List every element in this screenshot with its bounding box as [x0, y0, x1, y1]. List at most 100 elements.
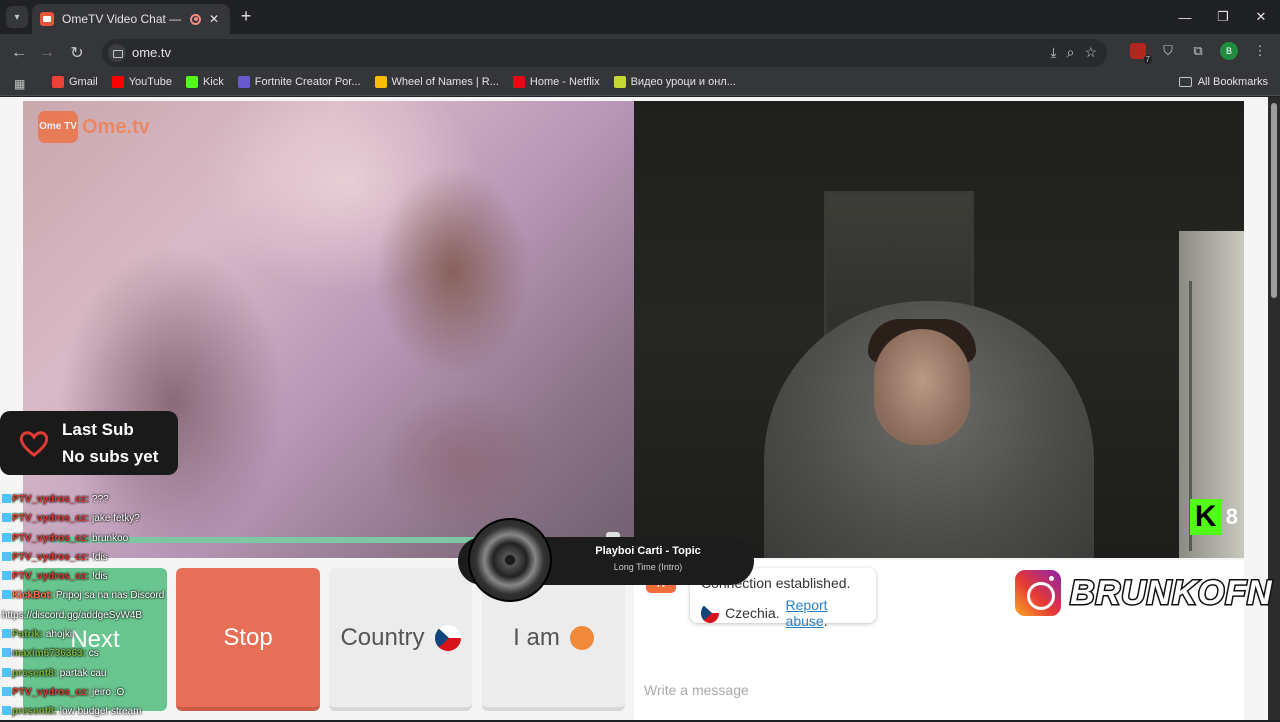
minimize-icon[interactable]: — [1166, 0, 1204, 34]
scrollbar-thumb[interactable] [1271, 103, 1277, 298]
profile-avatar[interactable]: B [1220, 42, 1238, 60]
bookmark-item[interactable]: Видео уроци и онл... [613, 76, 736, 88]
bookmark-item[interactable]: Kick [185, 76, 224, 88]
chat-message: present8: partak cau [2, 664, 212, 683]
chat-username: present8: [12, 667, 58, 679]
apps-grid-icon[interactable]: ▦ [14, 77, 25, 91]
bookmark-item[interactable]: Home - Netflix [512, 76, 600, 88]
chat-text: ??? [92, 494, 109, 505]
kick-logo-icon: K [1189, 499, 1222, 535]
folder-icon [1178, 77, 1192, 87]
bookmark-favicon-icon [111, 76, 124, 88]
all-bookmarks-button[interactable]: All Bookmarks [1178, 76, 1268, 88]
bookmark-label: Home - Netflix [529, 76, 600, 88]
czech-flag-icon [434, 624, 461, 651]
report-abuse-link[interactable]: Report abuse [786, 597, 828, 629]
new-tab-button[interactable]: + [236, 6, 256, 27]
chat-username: PTV_vydros_cz: [12, 532, 90, 544]
chat-badge-icon [2, 648, 11, 658]
bookmark-label: Kick [202, 76, 224, 88]
brand-watermark: BRUNKOFN [1012, 567, 1273, 619]
brand-name: BRUNKOFN [1069, 572, 1274, 613]
extension-badge: 7 [1143, 55, 1152, 64]
vinyl-disc-icon [468, 518, 552, 602]
bookmark-label: Видео уроци и онл... [630, 76, 736, 88]
now-playing-title: Playboi Carti - Topic [595, 545, 701, 557]
extension-red-icon[interactable]: 7 [1130, 43, 1152, 64]
tab-search-button[interactable]: ▾ [6, 6, 28, 28]
now-playing-track: Long Time (Intro) [613, 562, 683, 572]
chat-text: cs [88, 648, 99, 660]
back-icon[interactable]: ← [8, 42, 30, 64]
ometv-favicon-icon [40, 12, 54, 26]
stranger-country: Czechia. [725, 605, 780, 621]
bookmark-favicon-icon [374, 76, 387, 88]
chat-text: https://discord.gg/addgeSyW4B [2, 609, 143, 621]
chat-message: PTV_vydros_cz: jake fetky? [2, 509, 212, 528]
chat-text: partak cau [59, 667, 107, 679]
chat-text: ahojkii [45, 629, 75, 641]
chat-username: KickBot: [12, 590, 54, 602]
bookmark-item[interactable]: Gmail [52, 76, 98, 88]
instagram-icon [1012, 567, 1064, 619]
ometv-tv-icon: Ome TV [38, 111, 78, 143]
heart-icon [19, 431, 49, 457]
shield-icon[interactable]: ⛉ [1160, 43, 1176, 59]
country-button[interactable]: Country [329, 568, 472, 711]
install-app-icon[interactable]: ⤓ [1050, 44, 1056, 61]
url-text[interactable]: ome.tv [132, 45, 171, 60]
bookmark-item[interactable]: Fortnite Creator Por... [237, 76, 361, 88]
chat-message: present8: low budget stream [2, 702, 212, 721]
message-input[interactable]: Write a message [644, 682, 749, 698]
bookmark-list: Gmail YouTube Kick Fortnite Creator Por... W… [52, 76, 736, 88]
gender-icon [569, 625, 594, 650]
bookmark-label: Fortnite Creator Por... [254, 76, 361, 88]
zoom-icon[interactable]: ⌕ [1067, 44, 1075, 61]
close-tab-icon[interactable]: ✕ [209, 12, 219, 26]
bookmark-label: YouTube [128, 76, 172, 88]
restore-icon[interactable]: ❐ [1204, 0, 1242, 34]
chat-text: low budget stream [59, 706, 142, 718]
kick-viewer-badge: K 8 [1189, 499, 1238, 535]
site-info-icon[interactable] [108, 44, 126, 62]
bookmark-item[interactable]: YouTube [111, 76, 172, 88]
menu-kebab-icon[interactable]: ⋮ [1252, 43, 1268, 59]
bookmark-favicon-icon [613, 76, 626, 88]
bookmark-star-icon[interactable]: ☆ [1084, 44, 1097, 61]
bookmark-item[interactable]: Wheel of Names | R... [374, 76, 499, 88]
chat-message: PTV_vydros_cz: !dis [2, 567, 212, 586]
chat-badge-icon [2, 629, 11, 639]
all-bookmarks-label: All Bookmarks [1197, 76, 1268, 88]
window-controls: — ❐ ✕ [1166, 0, 1280, 34]
chat-message: KickBot: Pripoj sa na nas Discord [2, 586, 212, 605]
address-bar[interactable]: ome.tv ⤓ ⌕ ☆ [102, 39, 1107, 67]
chat-text: Pripoj sa na nas Discord [55, 590, 165, 602]
puzzle-extensions-icon[interactable]: ⧉ [1190, 43, 1206, 59]
chat-username: PTV_vydros_cz: [12, 571, 90, 583]
forward-icon[interactable]: → [36, 42, 58, 64]
chat-text: !dis [92, 571, 108, 583]
tab-ometv[interactable]: OmeTV Video Chat — Ome ✕ [32, 4, 230, 34]
ometv-logo-text: Ome.tv [82, 115, 150, 138]
chat-message: PTV_vydros_cz: brunkoo [2, 529, 212, 548]
chat-badge-icon [2, 551, 11, 561]
recording-indicator-icon [190, 13, 201, 25]
chat-username: present8: [12, 706, 58, 718]
ometv-logo: Ome TV Ome.tv [38, 111, 150, 143]
last-sub-value: No subs yet [62, 447, 159, 466]
chat-text: jeiro :O [92, 686, 125, 698]
bookmarks-bar: ▦ Gmail YouTube Kick Fortnite Creator Por..… [0, 72, 1280, 96]
kick-viewer-count: 8 [1225, 504, 1238, 529]
chat-message: Patrik: ahojkii [2, 625, 212, 644]
close-window-icon[interactable]: ✕ [1242, 0, 1280, 34]
czech-flag-icon [701, 603, 720, 623]
tab-strip: ▾ OmeTV Video Chat — Ome ✕ + — ❐ ✕ [0, 0, 1280, 34]
chat-username: PTV_vydros_cz: [12, 551, 90, 563]
chat-message: PTV_vydros_cz: ??? [2, 490, 212, 509]
browser-toolbar: ← → ↻ ome.tv ⤓ ⌕ ☆ 7 ⛉ ⧉ B ⋮ [0, 34, 1280, 72]
country-label: Country [340, 623, 425, 651]
bookmark-label: Gmail [69, 76, 98, 88]
chat-badge-icon [2, 686, 11, 696]
page-scrollbar[interactable] [1268, 97, 1280, 720]
reload-icon[interactable]: ↻ [66, 42, 88, 64]
